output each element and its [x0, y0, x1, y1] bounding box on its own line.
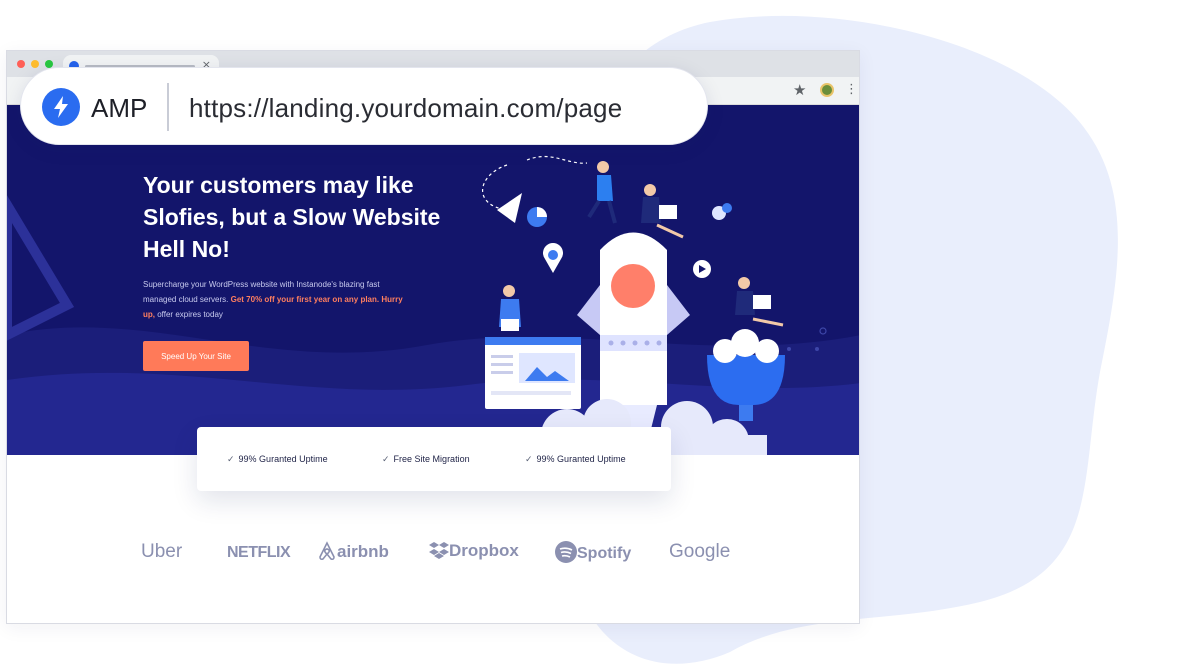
- feature-item: ✓ 99% Guranted Uptime: [525, 454, 626, 465]
- more-vert-icon[interactable]: ⋮: [845, 82, 858, 97]
- spotify-icon: [555, 541, 577, 563]
- dropbox-icon: [429, 542, 449, 559]
- profile-avatar[interactable]: [820, 83, 834, 97]
- dot-decor: [819, 327, 827, 335]
- logo-google: Google: [669, 541, 731, 562]
- speed-up-site-button[interactable]: Speed Up Your Site: [143, 341, 249, 371]
- client-logos: Uber NETFLIX airbnb Dropbox Spotify Goog…: [7, 529, 859, 579]
- lightning-bolt-icon: [42, 88, 80, 126]
- window-close-dot[interactable]: [17, 60, 25, 68]
- logo-uber: Uber: [141, 541, 183, 562]
- star-icon[interactable]: ★: [793, 81, 806, 99]
- person-flying: [587, 161, 617, 224]
- monitor-illustration: [485, 337, 581, 409]
- url-text[interactable]: https://landing.yourdomain.com/page: [189, 93, 622, 124]
- paper-plane-icon: [497, 193, 522, 223]
- hero-section: Your customers may like Slofies, but a S…: [7, 105, 859, 455]
- person-on-rocket: [641, 184, 684, 239]
- window-minimize-dot[interactable]: [31, 60, 39, 68]
- url-divider: [167, 83, 169, 131]
- logo-airbnb-label: airbnb: [337, 542, 389, 561]
- check-icon: ✓: [525, 455, 533, 465]
- check-icon: ✓: [227, 455, 235, 465]
- feature-label: 99% Guranted Uptime: [238, 454, 328, 464]
- logo-airbnb: airbnb: [317, 541, 389, 562]
- feature-label: Free Site Migration: [393, 454, 470, 464]
- triangle-decor-icon: [7, 195, 75, 341]
- hero-expiry-text: offer expires today: [157, 310, 223, 319]
- logo-spotify-label: Spotify: [577, 545, 632, 562]
- logo-dropbox-label: Dropbox: [449, 541, 519, 560]
- hero-illustration: [7, 155, 859, 455]
- amp-label: AMP: [91, 93, 148, 123]
- logo-dropbox: Dropbox: [429, 541, 519, 561]
- person-at-laptop: [499, 285, 521, 331]
- check-icon: ✓: [382, 455, 390, 465]
- feature-label: 99% Guranted Uptime: [536, 454, 626, 464]
- amp-url-bar[interactable]: AMP https://landing.yourdomain.com/page: [20, 67, 708, 145]
- logo-spotify: Spotify: [555, 541, 631, 563]
- dashed-trail-icon: [482, 155, 588, 211]
- hero-headline: Your customers may like Slofies, but a S…: [143, 172, 441, 262]
- logo-netflix: NETFLIX: [227, 544, 291, 561]
- hero-subcopy: Supercharge your WordPress website with …: [143, 277, 403, 322]
- features-card: ✓ 99% Guranted Uptime ✓ Free Site Migratio…: [197, 427, 671, 491]
- airbnb-icon: [319, 541, 335, 561]
- feature-item: ✓ Free Site Migration: [382, 454, 470, 465]
- hero-offer-text: Get 70% off your first year on any plan.: [230, 295, 380, 304]
- feature-item: ✓ 99% Guranted Uptime: [227, 454, 328, 465]
